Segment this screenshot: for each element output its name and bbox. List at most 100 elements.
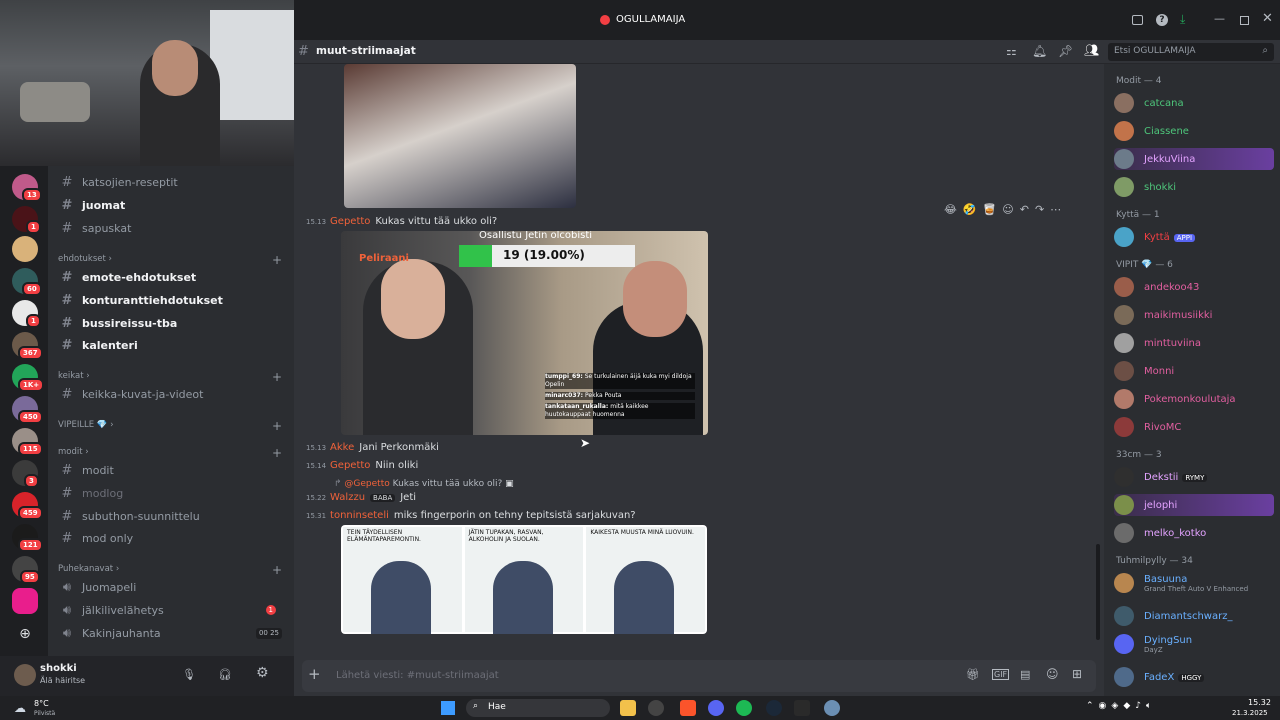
message-image[interactable]: Peliraani Osallistu Jetin olcobisti 19 (…: [341, 231, 708, 435]
channel-item[interactable]: # modit: [58, 460, 286, 480]
member-item[interactable]: RivoMC: [1114, 416, 1274, 438]
member-item[interactable]: maikimusiikki: [1114, 304, 1274, 326]
members-icon[interactable]: 👥︎: [1084, 43, 1099, 57]
maximize-icon[interactable]: [1240, 16, 1249, 25]
browser-icon[interactable]: [680, 700, 696, 716]
message-image[interactable]: [344, 64, 576, 208]
member-item[interactable]: JekkuViina: [1114, 148, 1274, 170]
settings-gear-icon[interactable]: ⚙: [256, 665, 269, 681]
help-icon[interactable]: ?: [1156, 14, 1168, 26]
channel-name: katsojien-reseptit: [82, 175, 178, 189]
member-item[interactable]: melko_kotko: [1114, 522, 1274, 544]
category-vipeille[interactable]: VIPEILLE 💎 › +: [58, 419, 284, 433]
server-badge: 115: [18, 442, 43, 456]
member-item[interactable]: jelophi: [1114, 494, 1274, 516]
add-channel-icon[interactable]: +: [272, 446, 282, 460]
category-puhekanavat[interactable]: Puhekanavat › +: [58, 563, 284, 577]
reaction-icon[interactable]: 😂: [944, 203, 957, 216]
spotify-icon[interactable]: [736, 700, 752, 716]
reaction-icon[interactable]: 🤣: [963, 203, 977, 216]
channel-item[interactable]: # kalenteri: [58, 335, 286, 355]
file-explorer-icon[interactable]: [620, 700, 636, 716]
category-modit[interactable]: modit › +: [58, 446, 284, 460]
steam-icon[interactable]: [766, 700, 782, 716]
apps-icon[interactable]: ⊞: [1072, 667, 1082, 681]
reply-icon[interactable]: ↶: [1020, 203, 1029, 216]
taskbar-search[interactable]: ⌕ Hae: [466, 699, 610, 717]
channel-item[interactable]: # bussireissu-tba: [58, 313, 286, 333]
member-item[interactable]: shokki: [1114, 176, 1274, 198]
channel-item[interactable]: # subuthon-suunnittelu: [58, 506, 286, 526]
category-keikat[interactable]: keikat › +: [58, 370, 284, 384]
message-input[interactable]: + Lähetä viesti: #muut-striimaajat 🎁︎ GI…: [302, 660, 1096, 692]
member-item[interactable]: Basuuna Grand Theft Auto V Enhanced: [1114, 572, 1274, 594]
voice-channel-item[interactable]: 🔊︎ Kakinjauhanta 00 25: [58, 623, 286, 643]
member-item[interactable]: Ciassene: [1114, 120, 1274, 142]
sticker-icon[interactable]: ▤: [1020, 668, 1030, 681]
bell-icon[interactable]: 🔔︎: [1032, 44, 1047, 58]
weather-icon[interactable]: ☁: [14, 701, 26, 715]
channel-item[interactable]: # mod only: [58, 528, 286, 548]
reaction-icon[interactable]: 🥃: [983, 203, 997, 216]
app-icon[interactable]: [648, 700, 664, 716]
close-icon[interactable]: ✕: [1262, 11, 1273, 26]
threads-icon[interactable]: ⚏: [1006, 44, 1017, 58]
forward-icon[interactable]: ↷: [1035, 203, 1044, 216]
add-reaction-icon[interactable]: ☺: [1002, 203, 1013, 216]
member-item[interactable]: Diamantschwarz_: [1114, 605, 1274, 627]
inbox-icon[interactable]: [1132, 15, 1143, 25]
add-channel-icon[interactable]: +: [272, 563, 282, 577]
member-item[interactable]: minttuviina: [1114, 332, 1274, 354]
member-item[interactable]: andekoo43: [1114, 276, 1274, 298]
gift-icon[interactable]: 🎁︎: [966, 668, 980, 681]
discord-icon[interactable]: [708, 700, 724, 716]
scrollbar[interactable]: [1096, 544, 1100, 640]
voice-channel-item[interactable]: 🔊︎ jälkilivelähetys 1: [58, 600, 286, 620]
headset-icon[interactable]: 🎧︎: [218, 668, 232, 681]
more-icon[interactable]: ⋯: [1050, 203, 1061, 216]
channel-item[interactable]: # konturanttiehdotukset: [58, 290, 286, 310]
channel-item[interactable]: # emote-ehdotukset: [58, 267, 286, 287]
settings-icon[interactable]: [824, 700, 840, 716]
epic-icon[interactable]: [794, 700, 810, 716]
comic-image[interactable]: TEIN TÄYDELLISEN ELÄMÄNTAPAREMONTIN. JÄT…: [341, 525, 707, 634]
voice-channel-item[interactable]: 🔊︎ Juomapeli: [58, 577, 286, 597]
add-channel-icon[interactable]: +: [272, 253, 282, 267]
author-name[interactable]: tonninseteli: [330, 510, 389, 521]
author-name[interactable]: Gepetto: [330, 216, 370, 227]
search-input[interactable]: Etsi OGULLAMAIJA ⌕: [1108, 43, 1274, 61]
download-icon[interactable]: ⤓: [1180, 12, 1185, 27]
channel-item[interactable]: # keikka-kuvat-ja-videot: [58, 384, 286, 404]
server-icon[interactable]: [12, 236, 38, 262]
channel-item[interactable]: # modlog: [58, 483, 286, 503]
start-icon[interactable]: [441, 701, 455, 715]
member-item[interactable]: catcana: [1114, 92, 1274, 114]
channel-item[interactable]: # sapuskat: [58, 218, 286, 238]
emoji-icon[interactable]: ☺: [1046, 667, 1059, 681]
member-item[interactable]: Monni: [1114, 360, 1274, 382]
channel-item[interactable]: # juomat: [58, 195, 286, 215]
add-server-icon[interactable]: ⊕: [12, 622, 38, 648]
author-name[interactable]: Gepetto: [330, 460, 370, 471]
author-name[interactable]: Walzzu: [330, 492, 365, 503]
author-name[interactable]: Akke: [330, 442, 354, 453]
minimize-icon[interactable]: —: [1214, 12, 1225, 25]
tray-icons[interactable]: ⌃◉◈◆♪🔈︎: [1086, 701, 1156, 711]
add-channel-icon[interactable]: +: [272, 419, 282, 433]
attach-plus-icon[interactable]: +: [308, 665, 321, 683]
channel-item[interactable]: # katsojien-reseptit: [58, 172, 286, 192]
camera-server-icon[interactable]: [12, 588, 38, 614]
pin-icon[interactable]: 📌︎: [1058, 44, 1073, 58]
avatar[interactable]: [14, 664, 36, 686]
member-item[interactable]: DyingSun DayZ: [1114, 633, 1274, 655]
member-item[interactable]: Kyttä APPI: [1114, 226, 1274, 248]
avatar: [1114, 121, 1134, 141]
gif-icon[interactable]: GIF: [992, 669, 1010, 680]
member-item[interactable]: Pokemonkoulutaja: [1114, 388, 1274, 410]
reply-preview[interactable]: ↱ @Gepetto Kukas vittu tää ukko oli? ▣: [334, 479, 514, 489]
member-item[interactable]: FadeX HGGY: [1114, 666, 1274, 688]
category-ehdotukset[interactable]: ehdotukset › +: [58, 253, 284, 267]
member-item[interactable]: Dekstii RYMY: [1114, 466, 1274, 488]
add-channel-icon[interactable]: +: [272, 370, 282, 384]
mic-icon[interactable]: 🎙︎: [182, 668, 196, 681]
